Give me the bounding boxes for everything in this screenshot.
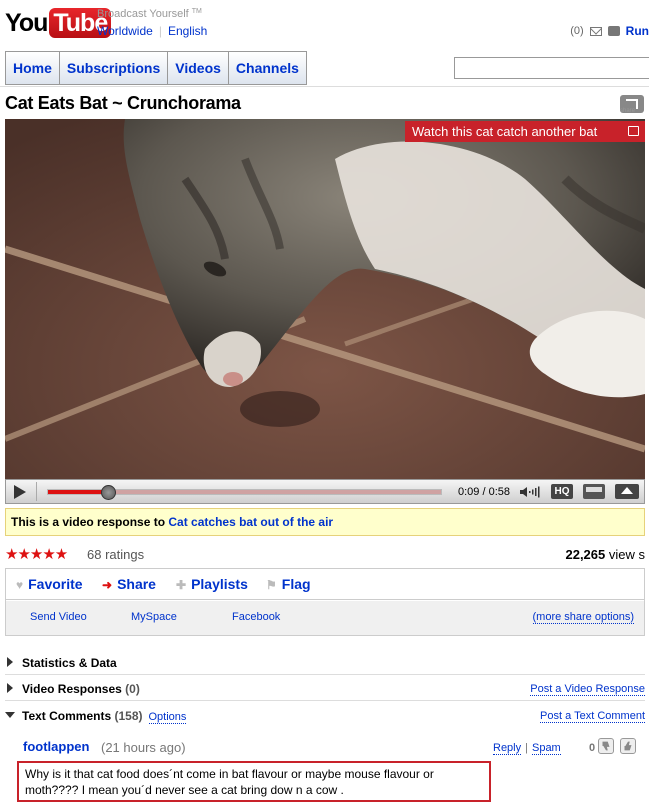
- video-frame-image: [5, 119, 645, 479]
- video-responses-count: (0): [125, 682, 140, 696]
- annotation-text: Watch this cat catch another bat: [412, 124, 598, 139]
- logo-you: You: [5, 9, 48, 37]
- comment-actions: Reply | Spam: [493, 742, 561, 755]
- response-link[interactable]: Cat catches bat out of the air: [168, 515, 333, 529]
- video-responses-section[interactable]: Video Responses (0) Post a Video Respons…: [5, 675, 645, 701]
- scrubber-handle[interactable]: [100, 485, 116, 500]
- comment-score: 0: [589, 742, 596, 754]
- nav-divider: [0, 86, 649, 87]
- player-controls: 0:09 / 0:58 HQ: [5, 479, 645, 504]
- collapse-arrow-icon[interactable]: [5, 712, 15, 718]
- post-text-comment-link[interactable]: Post a Text Comment: [540, 710, 645, 723]
- text-comments-section[interactable]: Text Comments (158) Options Post a Text C…: [5, 702, 645, 728]
- plus-icon: ✚: [176, 578, 187, 592]
- statistics-section[interactable]: Statistics & Data: [5, 649, 645, 675]
- comment-options-link[interactable]: Options: [148, 711, 187, 724]
- nav-videos[interactable]: Videos: [168, 52, 229, 84]
- flag-tab[interactable]: ⚑ Flag: [266, 576, 311, 592]
- play-icon[interactable]: [14, 485, 26, 499]
- progress-bar[interactable]: [47, 485, 442, 500]
- reply-link[interactable]: Reply: [493, 742, 522, 755]
- action-tabs: ♥ Favorite ➜ Share ✚ Playlists ⚑ Flag: [6, 569, 644, 600]
- widescreen-icon[interactable]: [583, 484, 605, 499]
- statistics-heading[interactable]: Statistics & Data: [22, 656, 117, 670]
- video-responses-heading[interactable]: Video Responses (0): [22, 682, 140, 696]
- popout-label: share: [620, 108, 636, 114]
- send-video-link[interactable]: Send Video: [30, 611, 87, 623]
- nav-subscriptions[interactable]: Subscriptions: [60, 52, 169, 84]
- volume-icon[interactable]: [520, 486, 540, 498]
- share-label: Share: [117, 576, 156, 592]
- locale-divider: |: [158, 24, 162, 38]
- nav-home[interactable]: Home: [6, 52, 60, 84]
- view-count-number: 22,265: [565, 547, 606, 562]
- comment-time: (21 hours ago): [101, 740, 186, 755]
- facebook-link[interactable]: Facebook: [232, 611, 280, 623]
- expand-arrow-icon[interactable]: [7, 657, 13, 667]
- text-comments-heading[interactable]: Text Comments (158) Options: [22, 709, 187, 724]
- view-count-label: view s: [608, 547, 645, 562]
- video-annotation[interactable]: Watch this cat catch another bat: [405, 121, 645, 142]
- response-prefix: This is a video response to: [11, 515, 166, 529]
- share-arrow-icon: ➜: [102, 578, 113, 592]
- ratings-count: 68 ratings: [87, 547, 145, 562]
- time-display: 0:09 / 0:58: [458, 486, 510, 498]
- inbox-count[interactable]: (0): [570, 25, 583, 37]
- mail-icon[interactable]: [589, 26, 602, 36]
- search-input[interactable]: [454, 57, 649, 79]
- playlists-label: Playlists: [191, 576, 248, 592]
- spam-link[interactable]: Spam: [531, 742, 561, 755]
- video-response-notice: This is a video response to Cat catches …: [5, 508, 645, 536]
- trademark: TM: [191, 8, 202, 15]
- comment-actions-divider: |: [525, 742, 528, 754]
- video-responses-label: Video Responses: [22, 682, 122, 696]
- video-title: Cat Eats Bat ~ Crunchorama: [5, 93, 241, 113]
- fullscreen-icon[interactable]: [615, 484, 639, 499]
- share-tab[interactable]: ➜ Share: [102, 576, 156, 592]
- myspace-link[interactable]: MySpace: [131, 611, 177, 623]
- favorite-label: Favorite: [28, 576, 83, 592]
- share-options: Send Video MySpace Facebook (more share …: [6, 601, 644, 635]
- tagline-text: Broadcast Yourself: [97, 8, 189, 20]
- locale-links: Worldwide | English: [97, 24, 207, 38]
- masthead: You Tube Broadcast Yourself TM Worldwide |…: [0, 0, 649, 48]
- text-comments-count: (158): [114, 709, 143, 723]
- rating-stars[interactable]: ★★★★★: [5, 545, 68, 563]
- progress-fill: [48, 490, 109, 494]
- heart-icon: ♥: [16, 578, 24, 592]
- comment-author[interactable]: footlappen: [23, 739, 89, 754]
- youtube-logo[interactable]: You Tube: [5, 8, 112, 42]
- text-comments-label: Text Comments: [22, 709, 112, 723]
- worldwide-link[interactable]: Worldwide: [97, 24, 153, 38]
- quicklist-tv-icon[interactable]: [607, 26, 620, 36]
- language-link[interactable]: English: [168, 24, 207, 38]
- more-share-options-link[interactable]: (more share options): [532, 611, 634, 624]
- tagline: Broadcast Yourself TM: [97, 8, 202, 20]
- action-panel: ♥ Favorite ➜ Share ✚ Playlists ⚑ Flag Send V…: [5, 568, 645, 636]
- thumbs-up-icon[interactable]: [620, 738, 636, 754]
- controls-divider: [36, 482, 37, 501]
- run-link[interactable]: Run: [626, 24, 649, 38]
- annotation-close-icon[interactable]: [628, 126, 639, 136]
- flag-icon: ⚑: [266, 578, 277, 592]
- nav-channels[interactable]: Channels: [229, 52, 306, 84]
- favorite-tab[interactable]: ♥ Favorite: [16, 576, 83, 592]
- comment-text: Why is it that cat food does´nt come in …: [17, 761, 491, 802]
- main-nav: Home Subscriptions Videos Channels: [5, 51, 307, 85]
- post-video-response-link[interactable]: Post a Video Response: [530, 683, 645, 696]
- thumbs-down-icon[interactable]: [598, 738, 614, 754]
- view-count: 22,265 view s: [565, 547, 645, 562]
- flag-label: Flag: [281, 576, 311, 592]
- expand-arrow-icon[interactable]: [7, 683, 13, 693]
- hq-button[interactable]: HQ: [551, 484, 573, 499]
- video-player[interactable]: [5, 119, 645, 479]
- playlists-tab[interactable]: ✚ Playlists: [176, 576, 248, 592]
- utility-links: (0) Run: [570, 24, 649, 38]
